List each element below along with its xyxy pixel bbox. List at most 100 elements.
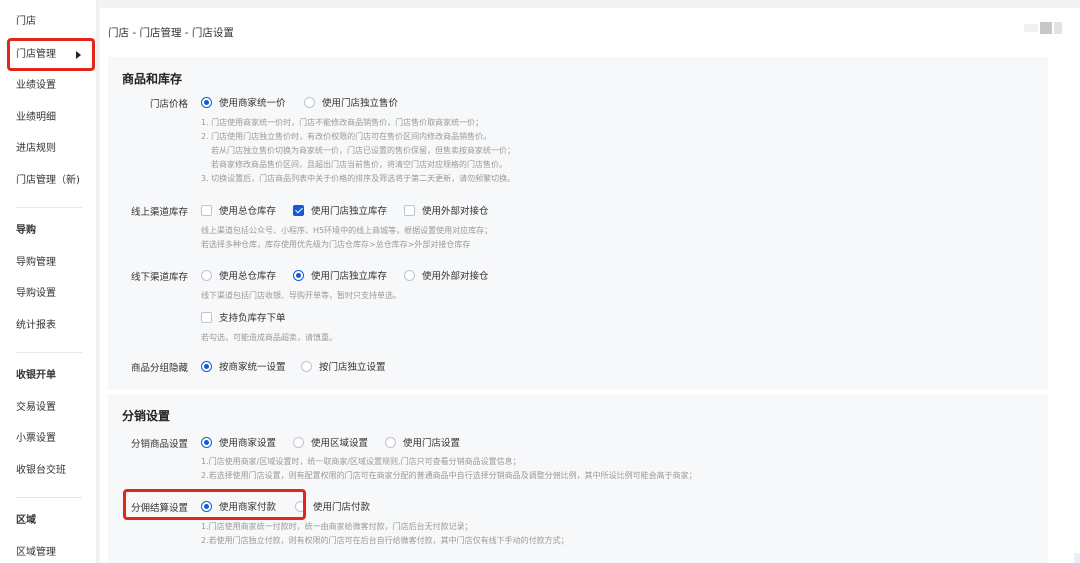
placeholder-block xyxy=(1054,22,1062,34)
negative-stock-checkbox[interactable]: 支持负库存下单 xyxy=(201,310,286,324)
page-header: 门店 - 门店管理 - 门店设置 xyxy=(100,8,1080,53)
goods-option-store[interactable]: 使用门店设置 xyxy=(385,435,460,449)
offline-option-warehouse[interactable]: 使用总仓库存 xyxy=(201,268,276,282)
sidebar-item-label: 导购 xyxy=(16,225,36,236)
distribution-section: 分销设置 分销商品设置 使用商家设置 使用区域设置 使用门店设置 1.门店使用商… xyxy=(108,394,1048,563)
radio-unchecked-icon xyxy=(301,360,312,372)
group-hide-label: 商品分组隐藏 xyxy=(130,363,188,374)
option-label: 按商家统一设置 xyxy=(219,362,286,373)
checkbox-unchecked-icon xyxy=(201,311,212,323)
offline-option-store[interactable]: 使用门店独立库存 xyxy=(293,268,387,282)
settlement-option-store[interactable]: 使用门店付款 xyxy=(295,499,370,513)
group-hide-option-store[interactable]: 按门店独立设置 xyxy=(301,359,386,373)
sidebar-item-label: 收银开单 xyxy=(16,370,56,381)
header-actions xyxy=(1024,22,1064,34)
sidebar-item-shift-handover[interactable]: 收银台交班 xyxy=(0,456,97,486)
radio-unchecked-icon xyxy=(201,269,212,281)
option-label: 使用外部对接仓 xyxy=(422,206,489,217)
note-text: 2.若使用门店独立付款，则有权限的门店可在后台自行给微客付款，其中门店仅有线下手… xyxy=(201,536,569,545)
option-label: 使用总仓库存 xyxy=(219,271,277,282)
sidebar-item-label: 业绩设置 xyxy=(16,80,56,91)
sidebar-item-guide-management[interactable]: 导购管理 xyxy=(0,248,97,278)
sidebar-item-store-management-new[interactable]: 门店管理（新) xyxy=(0,166,97,196)
sidebar-item-label: 区域管理 xyxy=(16,547,56,558)
note-text: 若从门店独立售价切换为商家统一价，门店已设置的售价保留，但售卖按商家统一价； xyxy=(211,146,515,155)
radio-checked-icon xyxy=(201,436,212,448)
note-text: 线下渠道包括门店收银、导购开单等，暂时只支持单选。 xyxy=(201,291,401,300)
section-title: 分销设置 xyxy=(122,409,171,423)
sidebar-item-performance-settings[interactable]: 业绩设置 xyxy=(0,71,97,101)
sidebar-item-entry-rules[interactable]: 进店规则 xyxy=(0,134,97,164)
radio-checked-icon xyxy=(293,269,304,281)
sidebar-group-guide[interactable]: 导购 xyxy=(0,216,97,246)
sidebar-item-label: 业绩明细 xyxy=(16,112,56,123)
option-label: 使用门店设置 xyxy=(403,438,461,449)
sidebar-group-region[interactable]: 区域 xyxy=(0,506,97,536)
sidebar-divider xyxy=(16,497,82,498)
goods-option-region[interactable]: 使用区域设置 xyxy=(293,435,368,449)
radio-unchecked-icon xyxy=(304,96,315,108)
sidebar-item-trade-settings[interactable]: 交易设置 xyxy=(0,393,97,423)
note-text: 若商家修改商品售价区间，且超出门店当前售价，将清空门店对应规格的门店售价。 xyxy=(211,160,507,169)
note-text: 1. 门店使用商家统一价时，门店不能修改商品销售价，门店售价取商家统一价； xyxy=(201,118,484,127)
sidebar-item-label: 门店管理（新) xyxy=(16,175,80,186)
online-option-store[interactable]: 使用门店独立库存 xyxy=(293,203,387,217)
section-title: 商品和库存 xyxy=(122,72,183,86)
sidebar-item-statistics[interactable]: 统计报表 xyxy=(0,311,97,341)
inventory-section: 商品和库存 门店价格 使用商家统一价 使用门店独立售价 1. 门店使用商家统一价… xyxy=(108,57,1048,390)
online-option-external[interactable]: 使用外部对接仓 xyxy=(404,203,489,217)
placeholder-block xyxy=(1024,24,1038,32)
price-option-merchant-unified[interactable]: 使用商家统一价 xyxy=(201,95,286,109)
online-inventory-label: 线上渠道库存 xyxy=(130,207,188,218)
sidebar-item-label: 收银台交班 xyxy=(16,465,66,476)
content-panel: 商品和库存 门店价格 使用商家统一价 使用门店独立售价 1. 门店使用商家统一价… xyxy=(100,53,1080,563)
checkbox-unchecked-icon xyxy=(201,204,212,216)
note-text: 线上渠道包括公众号、小程序、H5环境中的线上商城等，根据设置使用对应库存； xyxy=(201,226,493,235)
sidebar-item-label: 区域 xyxy=(16,515,36,526)
option-label: 使用门店独立库存 xyxy=(311,271,388,282)
sidebar-item-label: 进店规则 xyxy=(16,143,56,154)
highlight-box-settlement xyxy=(123,489,306,520)
radio-unchecked-icon xyxy=(385,436,396,448)
goods-option-merchant[interactable]: 使用商家设置 xyxy=(201,435,276,449)
note-text: 若勾选，可能造成商品超卖，请慎重。 xyxy=(201,333,337,342)
sidebar-item-receipt-settings[interactable]: 小票设置 xyxy=(0,424,97,454)
sidebar-item-region-management[interactable]: 区域管理 xyxy=(0,538,97,563)
radio-checked-icon xyxy=(201,96,212,108)
online-option-warehouse[interactable]: 使用总仓库存 xyxy=(201,203,276,217)
radio-checked-icon xyxy=(201,360,212,372)
sidebar-item-label: 导购管理 xyxy=(16,257,56,268)
note-text: 3. 切换设置后，门店商品列表中关于价格的排序及筛选将于第二天更新，请勿频繁切换… xyxy=(201,174,516,183)
note-text: 若选择多种仓库，库存使用优先级为门店仓库存>总仓库存>外部对接仓库存 xyxy=(201,240,471,249)
price-option-store-independent[interactable]: 使用门店独立售价 xyxy=(304,95,398,109)
store-price-label: 门店价格 xyxy=(149,99,188,110)
option-label: 使用总仓库存 xyxy=(219,206,277,217)
option-label: 使用商家统一价 xyxy=(219,98,286,109)
option-label: 使用商家设置 xyxy=(219,438,277,449)
checkbox-checked-icon xyxy=(293,204,304,216)
option-label: 使用区域设置 xyxy=(311,438,369,449)
sidebar-item-guide-settings[interactable]: 导购设置 xyxy=(0,279,97,309)
sidebar: 门店 门店管理 业绩设置 业绩明细 进店规则 门店管理（新) 导购 导购管理 导… xyxy=(0,0,97,563)
radio-unchecked-icon xyxy=(404,269,415,281)
note-text: 2. 门店使用门店独立售价时，有改价权限的门店可在售价区间内修改商品销售价。 xyxy=(201,132,492,141)
highlight-box-store-management xyxy=(7,38,95,71)
option-label: 使用门店独立售价 xyxy=(322,98,399,109)
scroll-indicator xyxy=(1074,553,1080,563)
sidebar-item-label: 统计报表 xyxy=(16,320,56,331)
sidebar-item-label: 门店 xyxy=(16,16,36,27)
offline-option-external[interactable]: 使用外部对接仓 xyxy=(404,268,489,282)
sidebar-item-label: 交易设置 xyxy=(16,402,56,413)
option-label: 支持负库存下单 xyxy=(219,313,286,324)
breadcrumb: 门店 - 门店管理 - 门店设置 xyxy=(108,27,234,39)
sidebar-group-cashier[interactable]: 收银开单 xyxy=(0,361,97,391)
sidebar-item-store[interactable]: 门店 xyxy=(0,7,97,37)
placeholder-block xyxy=(1040,22,1052,34)
option-label: 使用外部对接仓 xyxy=(422,271,489,282)
note-text: 1.门店使用商家统一付款时，统一由商家给微客付款，门店后台无付款记录； xyxy=(201,522,473,531)
note-text: 2.若选择使用门店设置，则有配置权限的门店可在商家分配的普通商品中自行选择分销商… xyxy=(201,471,697,480)
sidebar-item-performance-details[interactable]: 业绩明细 xyxy=(0,103,97,133)
option-label: 使用门店独立库存 xyxy=(311,206,388,217)
group-hide-option-merchant[interactable]: 按商家统一设置 xyxy=(201,359,286,373)
option-label: 按门店独立设置 xyxy=(319,362,386,373)
